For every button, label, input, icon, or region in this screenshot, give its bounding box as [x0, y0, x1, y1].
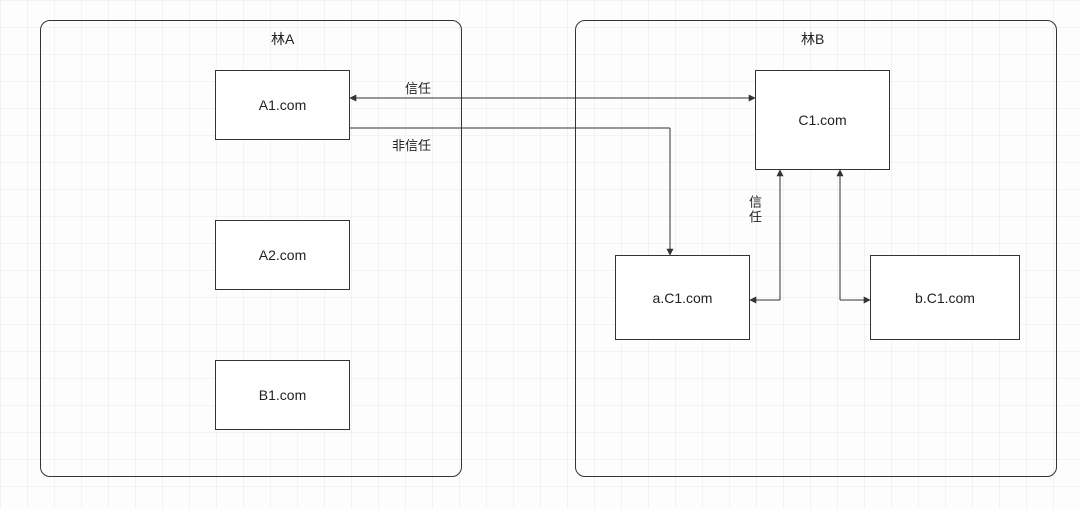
forest-b-title: 林B	[801, 29, 824, 49]
node-b1: B1.com	[215, 360, 350, 430]
node-c1: C1.com	[755, 70, 890, 170]
forest-a-title: 林A	[271, 29, 294, 49]
node-b-c1: b.C1.com	[870, 255, 1020, 340]
edge-label-trust-c1-ac1: 信任	[745, 195, 764, 225]
edge-label-nontrust-a1-ac1: 非信任	[392, 135, 431, 154]
edge-label-trust-a1-c1: 信任	[405, 78, 431, 97]
node-a1: A1.com	[215, 70, 350, 140]
node-a2: A2.com	[215, 220, 350, 290]
node-a-c1: a.C1.com	[615, 255, 750, 340]
